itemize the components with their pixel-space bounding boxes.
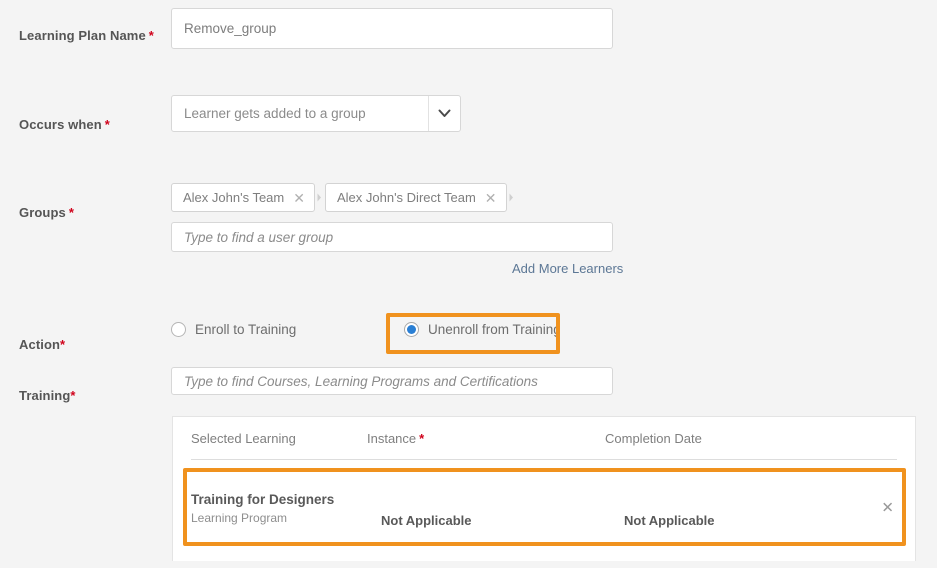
group-chip-label: Alex John's Team bbox=[183, 190, 285, 205]
chevron-down-icon bbox=[428, 96, 460, 131]
group-chip[interactable]: Alex John's Direct Team ✕ bbox=[324, 183, 507, 212]
cell-completion-date: Not Applicable bbox=[624, 513, 715, 528]
occurs-when-label-text: Occurs when bbox=[19, 117, 102, 132]
cell-selected-learning: Training for Designers Learning Program bbox=[191, 492, 381, 525]
column-header-selected-learning: Selected Learning bbox=[191, 431, 367, 446]
required-asterisk: * bbox=[60, 337, 66, 352]
action-label-text: Action bbox=[19, 337, 61, 352]
group-chip-label: Alex John's Direct Team bbox=[336, 190, 476, 205]
learning-type: Learning Program bbox=[191, 510, 288, 525]
required-asterisk: * bbox=[419, 430, 425, 446]
training-label-text: Training bbox=[19, 388, 71, 403]
required-asterisk: * bbox=[68, 205, 74, 220]
required-asterisk: * bbox=[104, 117, 110, 132]
groups-label-text: Groups bbox=[19, 205, 66, 220]
radio-enroll-to-training[interactable]: Enroll to Training bbox=[171, 322, 296, 337]
selected-learning-table: Selected Learning Instance * Completion D… bbox=[172, 416, 916, 561]
close-icon[interactable]: ✕ bbox=[485, 191, 497, 205]
column-header-completion-date: Completion Date bbox=[605, 431, 897, 446]
required-asterisk: * bbox=[70, 388, 76, 403]
occurs-when-label: Occurs when * bbox=[19, 117, 110, 132]
learning-plan-name-label-text: Learning Plan Name bbox=[19, 28, 146, 43]
column-header-instance: Instance * bbox=[367, 431, 605, 446]
radio-circle-selected-icon bbox=[404, 322, 419, 337]
group-chip[interactable]: Alex John's Team ✕ bbox=[171, 183, 315, 212]
action-radio-group: Enroll to Training Unenroll from Trainin… bbox=[171, 322, 561, 337]
table-row[interactable]: Training for Designers Learning Program … bbox=[184, 469, 904, 547]
action-label: Action* bbox=[19, 337, 65, 352]
occurs-when-select[interactable]: Learner gets added to a group bbox=[171, 95, 461, 132]
column-header-selected-learning-text: Selected Learning bbox=[191, 430, 296, 446]
learning-title: Training for Designers bbox=[191, 491, 335, 507]
group-search-input[interactable] bbox=[171, 222, 613, 252]
close-icon[interactable]: ✕ bbox=[293, 191, 305, 205]
occurs-when-selected-value: Learner gets added to a group bbox=[184, 106, 366, 121]
cell-instance: Not Applicable bbox=[381, 513, 472, 528]
add-more-learners-link[interactable]: Add More Learners bbox=[512, 261, 623, 276]
close-icon[interactable]: ✕ bbox=[881, 501, 894, 516]
radio-enroll-to-training-label: Enroll to Training bbox=[195, 322, 297, 337]
column-header-completion-date-text: Completion Date bbox=[605, 430, 702, 446]
learning-plan-form: Learning Plan Name* Occurs when* Learner… bbox=[0, 0, 937, 568]
groups-label: Groups * bbox=[19, 205, 74, 220]
chip-separator-icon bbox=[315, 193, 325, 202]
selected-groups-chip-list: Alex John's Team ✕ Alex John's Direct Te… bbox=[171, 183, 517, 212]
learning-plan-name-input[interactable] bbox=[171, 8, 613, 49]
radio-circle-icon bbox=[171, 322, 186, 337]
training-label: Training* bbox=[19, 388, 76, 403]
required-asterisk: * bbox=[148, 28, 154, 43]
radio-unenroll-from-training-label: Unenroll from Training bbox=[428, 322, 561, 337]
column-header-instance-text: Instance bbox=[367, 430, 417, 446]
table-header-row: Selected Learning Instance * Completion D… bbox=[191, 417, 897, 460]
chip-separator-icon bbox=[507, 193, 517, 202]
learning-plan-name-label: Learning Plan Name * bbox=[19, 28, 154, 43]
radio-unenroll-from-training[interactable]: Unenroll from Training bbox=[404, 322, 561, 337]
training-search-input[interactable] bbox=[171, 367, 613, 395]
